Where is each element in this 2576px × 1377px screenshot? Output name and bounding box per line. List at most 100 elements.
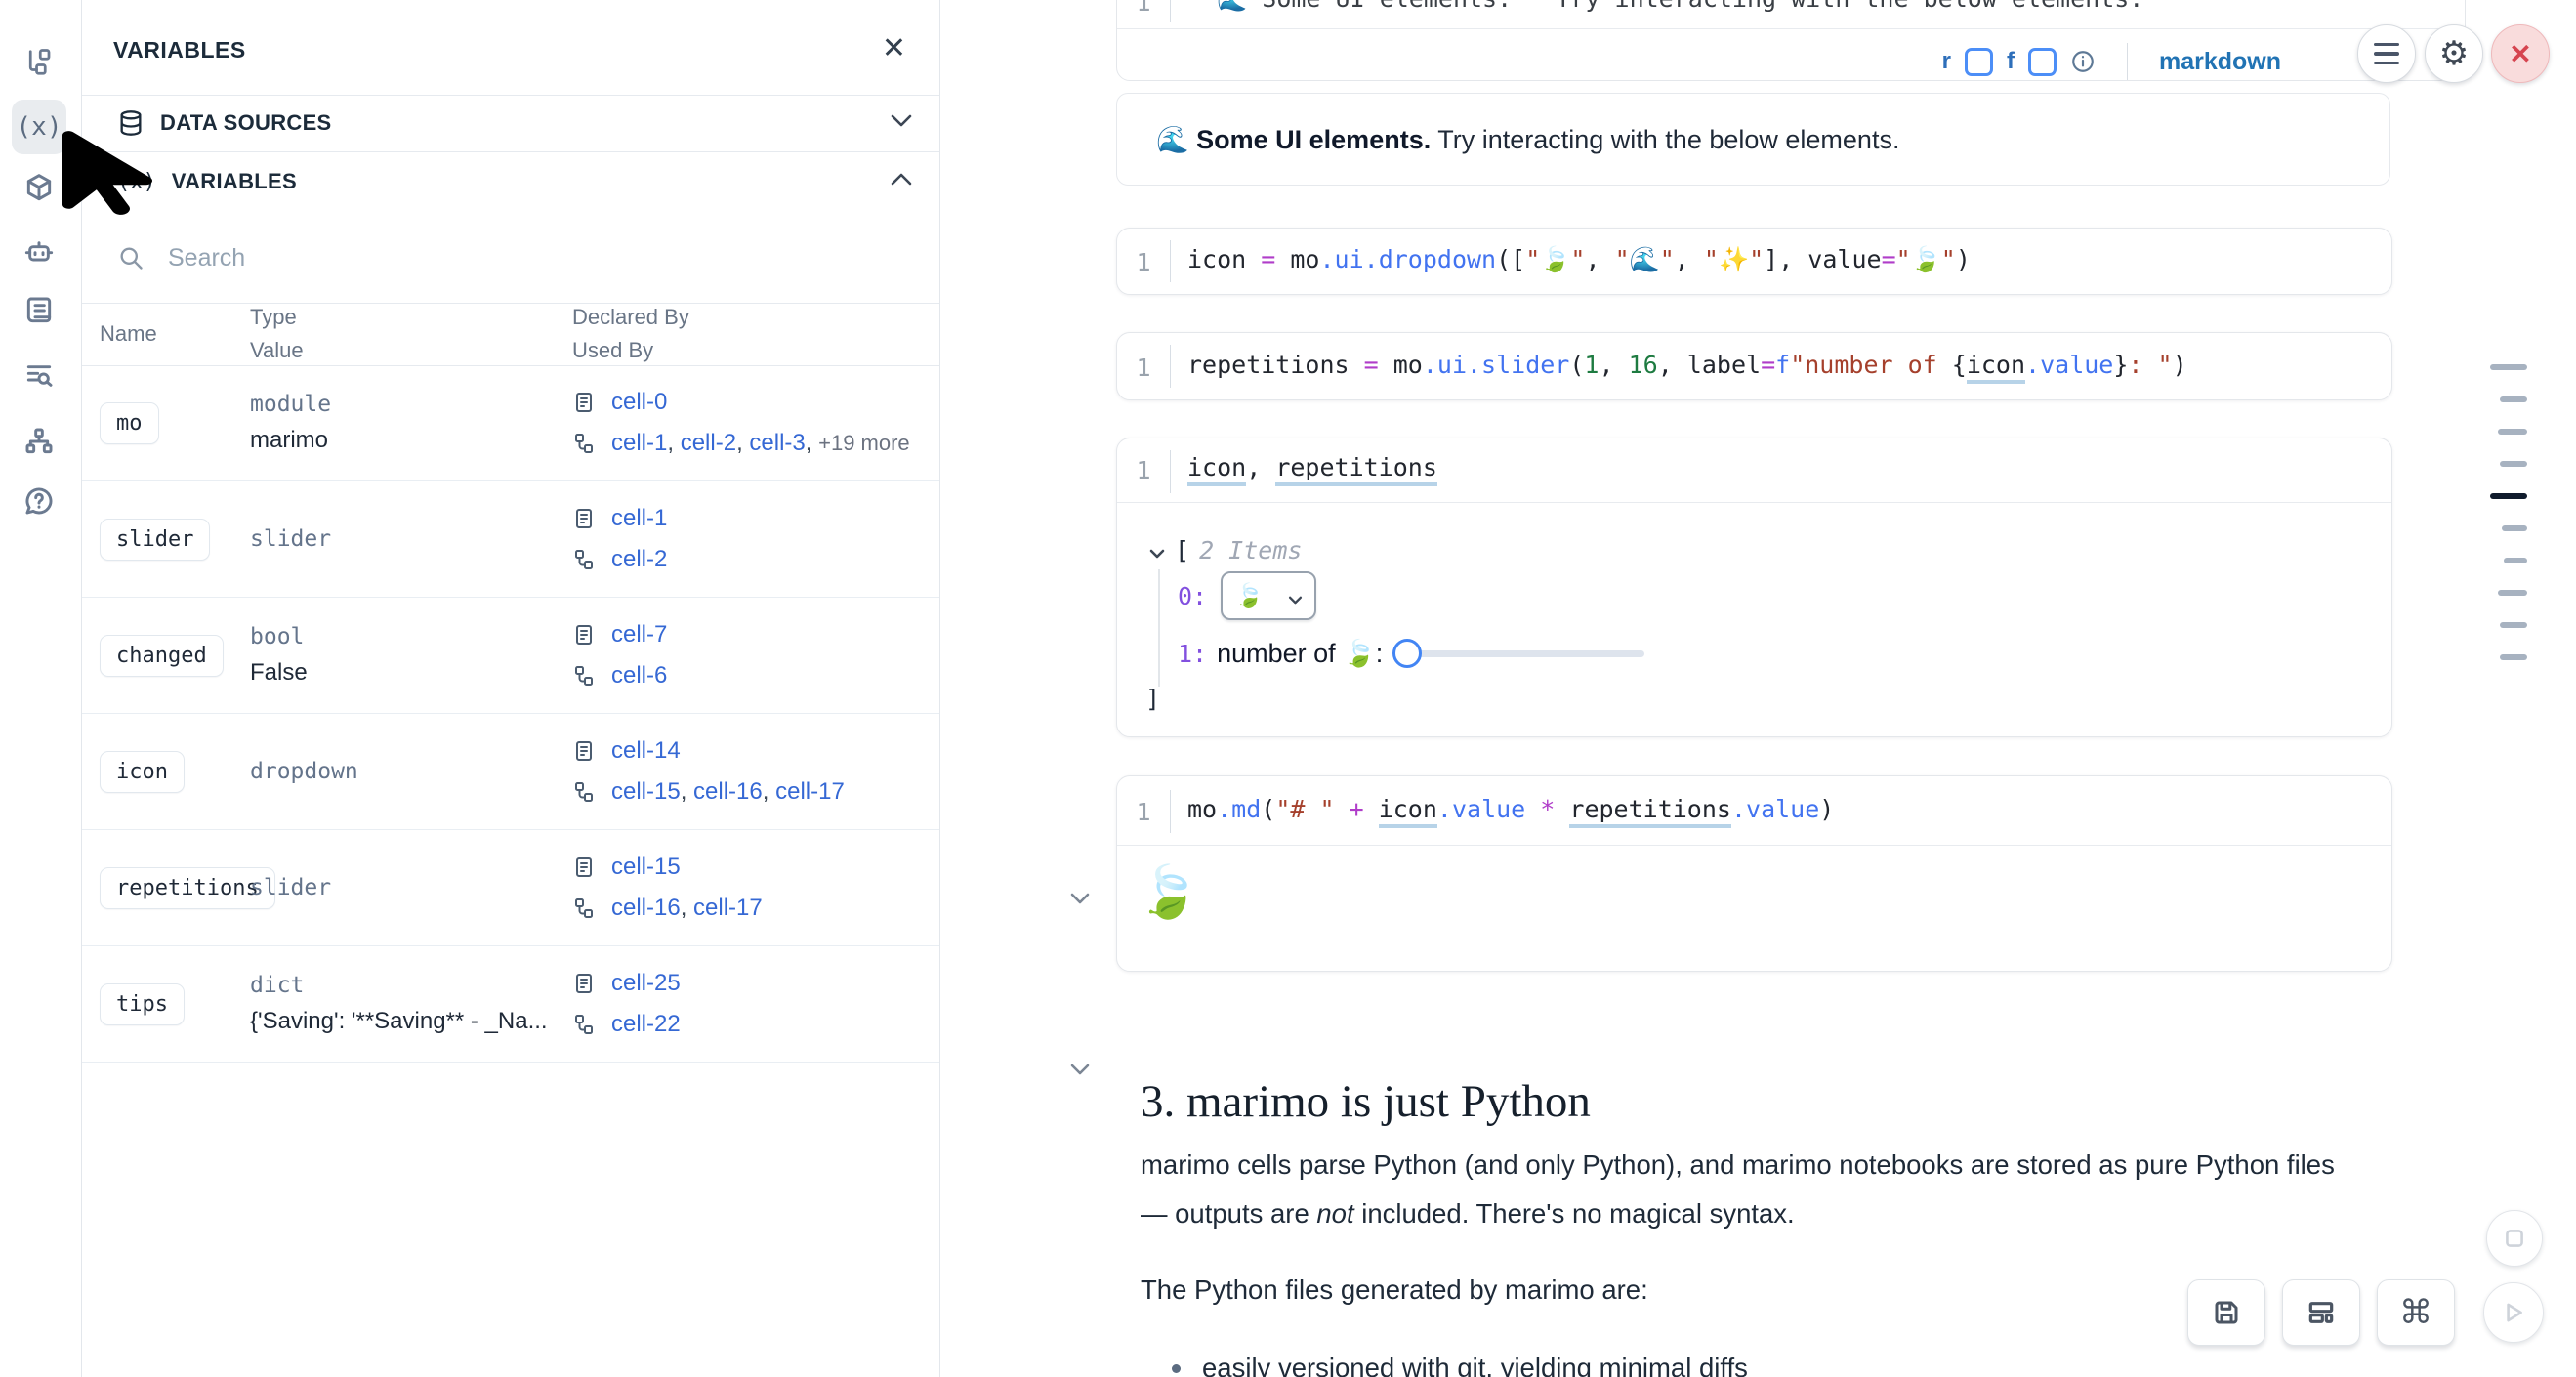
cell-link[interactable]: cell-1 [611,430,667,456]
declared-by-line: cell-14 [572,737,939,765]
minimap-cell-marker[interactable] [2500,461,2527,467]
cell-link[interactable]: cell-22 [611,1011,681,1037]
file-tree-icon[interactable] [12,35,66,90]
minimap-cell-marker[interactable] [2498,429,2527,435]
save-button[interactable] [2187,1279,2265,1346]
cell-link[interactable]: cell-7 [611,621,667,647]
bullet-text: easily versioned with git, yielding mini… [1202,1353,1748,1377]
code-line[interactable]: icon, repetitions [1187,453,1437,481]
code-cell-tuple[interactable]: 1 icon, repetitions [ 2 Items 0: 🍃 1: nu… [1116,438,2392,737]
keyboard-shortcuts-button[interactable]: ⌘ [2377,1279,2455,1346]
declared-by-line: cell-0 [572,389,939,416]
collapse-output-chevron-icon[interactable] [1070,892,1090,909]
variables-section-header[interactable]: (x) VARIABLES [82,151,939,212]
table-row: mo module marimo cell-0 [82,365,939,481]
help-bubble-icon[interactable] [12,474,66,528]
variable-name-badge[interactable]: changed [100,635,224,677]
stop-button[interactable] [2486,1210,2543,1267]
slider-knob[interactable] [1392,639,1422,668]
variable-name-badge[interactable]: slider [100,519,210,561]
scratchpad-scroll-icon[interactable] [12,283,66,338]
cell-link[interactable]: cell-25 [611,970,681,996]
run-button[interactable] [2483,1282,2544,1343]
minimap-cell-marker[interactable] [2504,558,2527,563]
r-toggle-checkbox[interactable] [1965,48,1993,76]
collapse-section-chevron-icon[interactable] [1070,1063,1090,1080]
code-cell-dropdown[interactable]: 1 icon = mo.ui.dropdown(["🍃", "🌊", "✨"],… [1116,228,2392,295]
variables-fx-icon[interactable]: (x) [12,100,66,154]
cell-minimap[interactable] [2488,364,2527,660]
language-label[interactable]: markdown [2159,48,2281,76]
dependency-graph-icon[interactable] [12,414,66,469]
minimap-cell-marker[interactable] [2490,364,2527,370]
variable-type: slider [250,526,572,552]
chevron-down-icon[interactable] [891,114,912,132]
code-line[interactable]: icon = mo.ui.dropdown(["🍃", "🌊", "✨"], v… [1187,245,1971,274]
cell-link[interactable]: cell-17 [775,778,845,805]
minimap-cell-marker[interactable] [2500,396,2527,402]
cell-link[interactable]: cell-1 [611,505,667,531]
cell-link[interactable]: cell-3 [749,430,805,456]
code-cell-md[interactable]: 1 mo.md("# " + icon.value * repetitions.… [1116,775,2392,972]
package-cube-icon[interactable] [12,161,66,216]
used-by-line: cell-2 [572,546,939,573]
line-number: 1 [1117,248,1170,276]
close-panel-button[interactable]: ✕ [882,34,906,63]
more-cells-label[interactable]: +19 more [818,431,910,455]
declared-by-links: cell-1 [611,505,667,532]
used-by-line: cell-1, cell-2, cell-3, +19 more [572,430,939,457]
code-cell-slider[interactable]: 1 repetitions = mo.ui.slider(1, 16, labe… [1116,332,2392,400]
repetitions-slider[interactable] [1392,639,1648,668]
line-number: 1 [1117,0,1170,17]
chevron-down-icon[interactable] [1149,536,1165,564]
r-toggle-label: r [1942,48,1951,75]
layout-button[interactable] [2282,1279,2360,1346]
cell-link[interactable]: cell-2 [611,546,667,572]
dropdown-select[interactable]: 🍃 [1221,571,1316,620]
search-logs-icon[interactable] [12,349,66,403]
search-input[interactable] [166,243,756,273]
data-sources-section-header[interactable]: DATA SOURCES [82,95,939,152]
item-index: 1: [1178,640,1207,668]
mouse-cursor [62,125,152,226]
f-toggle-checkbox[interactable] [2028,48,2057,76]
cell-link[interactable]: cell-16 [611,895,681,921]
variable-type: module [250,392,572,417]
line-number: 1 [1117,798,1170,826]
declared-by-doc-icon [572,622,598,647]
cell-link[interactable]: cell-15 [611,778,681,805]
search-icon [117,244,145,271]
declared-by-links: cell-15 [611,854,681,881]
code-line[interactable]: mo.md("# " + icon.value * repetitions.va… [1187,795,1834,823]
robot-icon[interactable] [12,225,66,279]
minimap-cell-marker[interactable] [2502,525,2527,531]
slider-track[interactable] [1406,650,1644,657]
code-line[interactable]: **🌊 Some UI elements.** Try interacting … [1187,0,2143,14]
markdown-editor-cell[interactable]: 1 **🌊 Some UI elements.** Try interactin… [1116,0,2466,81]
variable-name-badge[interactable]: mo [100,402,159,444]
cell-link[interactable]: cell-0 [611,389,667,415]
settings-button[interactable]: ⚙ [2425,24,2483,83]
shutdown-button[interactable]: ✕ [2491,24,2550,83]
minimap-cell-marker[interactable] [2500,622,2527,628]
minimap-cell-marker[interactable] [2490,493,2527,499]
variable-name-badge[interactable]: repetitions [100,867,275,909]
line-number: 1 [1117,354,1170,382]
data-sources-label: DATA SOURCES [160,110,332,136]
minimap-cell-marker[interactable] [2500,654,2527,660]
cell-link[interactable]: cell-15 [611,854,681,880]
cell-link[interactable]: cell-17 [693,895,763,921]
cell-link[interactable]: cell-6 [611,662,667,688]
variables-panel: VARIABLES ✕ DATA SOURCES (x) VARIABLES N… [82,0,940,1377]
cell-link[interactable]: cell-2 [681,430,736,456]
menu-button[interactable] [2357,24,2416,83]
chevron-up-icon[interactable] [891,173,912,190]
table-row: repetitions slider cell-15 [82,830,939,946]
code-line[interactable]: repetitions = mo.ui.slider(1, 16, label=… [1187,351,2187,379]
variable-name-badge[interactable]: icon [100,751,185,793]
variable-name-badge[interactable]: tips [100,983,185,1025]
info-icon[interactable] [2070,49,2096,74]
minimap-cell-marker[interactable] [2498,590,2527,596]
cell-link[interactable]: cell-16 [693,778,763,805]
cell-link[interactable]: cell-14 [611,737,681,764]
